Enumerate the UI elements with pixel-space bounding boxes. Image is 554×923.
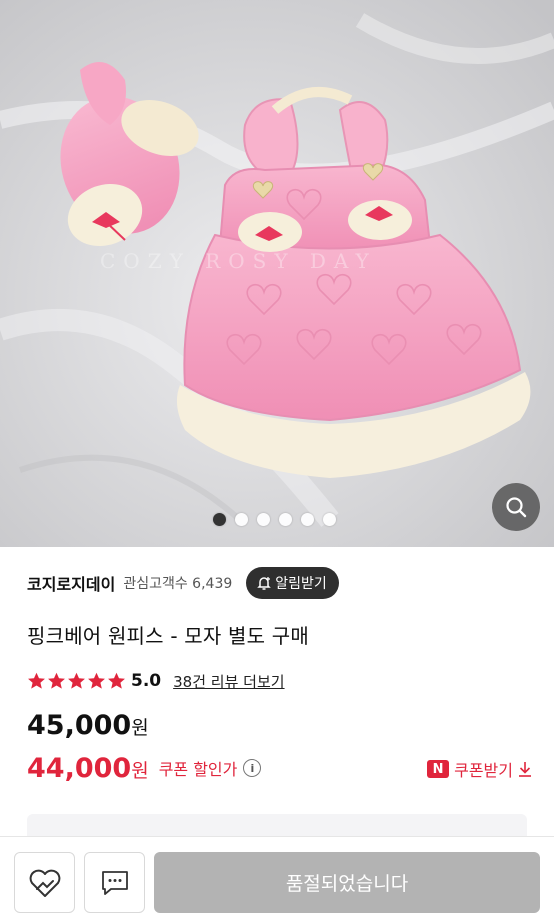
- product-page: COZY ROSY DAY 코지로지데이 관심고객수 6,439 알림받기 핑크…: [0, 0, 554, 923]
- product-image-carousel[interactable]: COZY ROSY DAY: [0, 0, 554, 547]
- follower-count: 관심고객수 6,439: [123, 576, 233, 592]
- star-icon: [48, 672, 65, 689]
- original-price-value: 45,000: [27, 710, 132, 741]
- sale-price: 44,000원: [27, 753, 149, 784]
- star-icon: [68, 672, 85, 689]
- sale-price-row: 44,000원 쿠폰 할인가 i: [27, 750, 262, 786]
- notification-subscribe-button[interactable]: 알림받기: [246, 567, 339, 599]
- sale-price-value: 44,000: [27, 752, 132, 784]
- carousel-dot[interactable]: [235, 513, 248, 526]
- image-watermark: COZY ROSY DAY: [100, 249, 377, 273]
- star-icon: [88, 672, 105, 689]
- carousel-dot[interactable]: [213, 513, 226, 526]
- naver-n-icon: N: [427, 760, 450, 778]
- review-link[interactable]: 38건 리뷰 더보기: [173, 671, 284, 692]
- rating-score: 5.0: [131, 671, 162, 691]
- rating-row: 5.0 38건 리뷰 더보기: [27, 668, 285, 694]
- info-icon[interactable]: i: [243, 759, 262, 777]
- carousel-dot[interactable]: [323, 513, 336, 526]
- search-icon: [506, 497, 527, 518]
- sold-out-button[interactable]: 품절되었습니다: [154, 852, 540, 913]
- chat-button[interactable]: [84, 852, 145, 913]
- store-info-row: 코지로지데이 관심고객수 6,439 알림받기: [27, 566, 527, 600]
- coupon-download-label: 쿠폰받기: [454, 761, 513, 780]
- star-icon: [28, 672, 45, 689]
- product-photo: COZY ROSY DAY: [0, 0, 554, 547]
- coupon-price-label: 쿠폰 할인가: [158, 760, 238, 779]
- star-icon: [108, 672, 125, 689]
- download-icon: [519, 762, 531, 777]
- coupon-download-button[interactable]: N 쿠폰받기: [427, 756, 532, 782]
- product-title: 핑크베어 원피스 - 모자 별도 구매: [27, 624, 310, 648]
- chat-icon: [101, 870, 128, 895]
- carousel-dot[interactable]: [301, 513, 314, 526]
- store-name[interactable]: 코지로지데이: [27, 571, 115, 595]
- carousel-dot[interactable]: [279, 513, 292, 526]
- sale-price-unit: 원: [131, 759, 149, 782]
- zoom-button[interactable]: [492, 483, 540, 531]
- bell-plus-icon: [257, 577, 272, 590]
- original-price: 45,000원: [27, 710, 149, 741]
- star-rating: [27, 672, 126, 690]
- purchase-bar: 품절되었습니다: [0, 836, 554, 923]
- notification-subscribe-label: 알림받기: [275, 576, 327, 592]
- like-button[interactable]: [14, 852, 75, 913]
- heart-icon: [29, 869, 60, 897]
- carousel-pagination: [213, 513, 336, 526]
- carousel-dot[interactable]: [257, 513, 270, 526]
- original-price-unit: 원: [131, 717, 149, 739]
